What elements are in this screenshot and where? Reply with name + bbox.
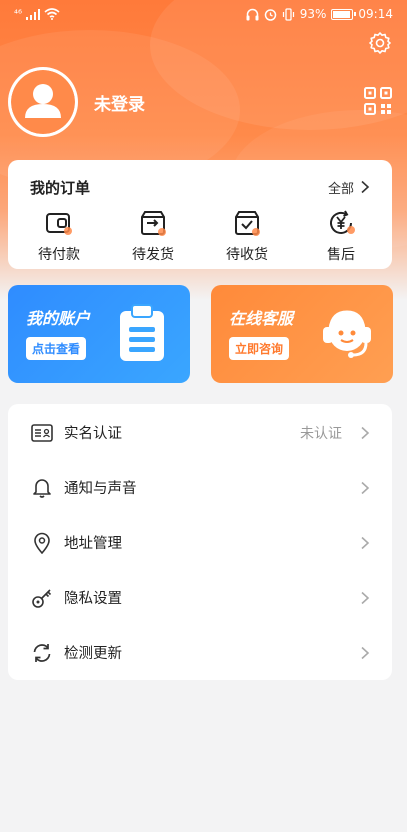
shipment-box-icon bbox=[141, 211, 166, 236]
chevron-right-icon bbox=[361, 481, 370, 494]
account-title: 我的账户 bbox=[26, 309, 91, 328]
chevron-right-icon bbox=[361, 426, 370, 439]
my-account-card[interactable]: 我的账户 点击查看 bbox=[8, 285, 190, 383]
menu-item-label: 隐私设置 bbox=[64, 591, 122, 607]
menu-item-label: 地址管理 bbox=[64, 536, 122, 552]
alarm-icon bbox=[264, 8, 276, 21]
order-label: 待收货 bbox=[226, 247, 268, 263]
chevron-right-icon bbox=[361, 536, 370, 549]
menu-item-address[interactable]: 地址管理 bbox=[8, 515, 392, 570]
order-after-sale[interactable]: 售后 bbox=[301, 208, 381, 264]
wallet-icon bbox=[46, 213, 72, 235]
settings-menu-card: 实名认证 未认证 通知与声音 地址管理 隐私设置 检测更新 bbox=[8, 404, 392, 680]
chevron-right-icon bbox=[361, 180, 370, 194]
clipboard-icon bbox=[120, 304, 164, 361]
avatar[interactable] bbox=[8, 67, 78, 137]
service-title: 在线客服 bbox=[229, 309, 294, 328]
status-bar: ⁴⁶ 93% 09:14 bbox=[0, 0, 407, 28]
order-label: 待付款 bbox=[38, 247, 80, 263]
qr-code-button[interactable] bbox=[363, 86, 393, 116]
battery-percent: 93% bbox=[299, 7, 327, 21]
profile-section[interactable]: 未登录 bbox=[8, 67, 145, 137]
order-pending-receipt[interactable]: 待收货 bbox=[207, 208, 287, 264]
after-sale-yen-icon bbox=[330, 210, 355, 234]
refresh-icon bbox=[33, 643, 51, 662]
location-pin-icon bbox=[34, 532, 50, 554]
menu-item-real-name-auth[interactable]: 实名认证 未认证 bbox=[8, 405, 392, 460]
view-all-label: 全部 bbox=[327, 181, 354, 197]
bell-icon bbox=[33, 478, 51, 498]
menu-item-check-update[interactable]: 检测更新 bbox=[8, 625, 392, 680]
order-pending-payment[interactable]: 待付款 bbox=[19, 208, 99, 264]
wifi-icon bbox=[44, 8, 60, 20]
vibrate-icon bbox=[282, 7, 294, 21]
order-label: 售后 bbox=[327, 247, 355, 263]
view-all-orders-link[interactable]: 全部 bbox=[328, 178, 370, 197]
menu-item-label: 检测更新 bbox=[64, 646, 122, 662]
online-service-card[interactable]: 在线客服 立即咨询 bbox=[211, 285, 393, 383]
verification-status: 未认证 bbox=[300, 425, 342, 442]
clock-time: 09:14 bbox=[358, 7, 393, 21]
settings-button[interactable] bbox=[367, 30, 393, 56]
order-pending-shipment[interactable]: 待发货 bbox=[113, 208, 193, 264]
login-status-label[interactable]: 未登录 bbox=[94, 90, 145, 115]
headphones-icon bbox=[246, 8, 259, 20]
key-icon bbox=[32, 588, 52, 608]
orders-title: 我的订单 bbox=[30, 178, 91, 197]
headset-agent-icon bbox=[323, 310, 371, 358]
chevron-right-icon bbox=[361, 646, 370, 659]
carrier-label: ⁴⁶ bbox=[14, 8, 23, 20]
receive-box-icon bbox=[235, 211, 260, 236]
order-label: 待发货 bbox=[132, 247, 174, 263]
my-orders-card: 我的订单 全部 待付款 待发货 待收货 售后 bbox=[8, 160, 392, 269]
gear-icon bbox=[369, 32, 391, 54]
menu-item-notifications[interactable]: 通知与声音 bbox=[8, 460, 392, 515]
menu-item-label: 实名认证 bbox=[64, 426, 122, 442]
menu-item-privacy[interactable]: 隐私设置 bbox=[8, 570, 392, 625]
id-card-icon bbox=[31, 423, 53, 442]
signal-icon bbox=[26, 8, 41, 20]
menu-item-label: 通知与声音 bbox=[64, 481, 137, 497]
chevron-right-icon bbox=[361, 591, 370, 604]
view-account-button[interactable]: 点击查看 bbox=[26, 337, 87, 360]
qr-code-icon bbox=[364, 87, 392, 115]
battery-icon bbox=[331, 8, 357, 20]
consult-now-button[interactable]: 立即咨询 bbox=[229, 337, 290, 360]
user-avatar-icon bbox=[11, 70, 75, 134]
